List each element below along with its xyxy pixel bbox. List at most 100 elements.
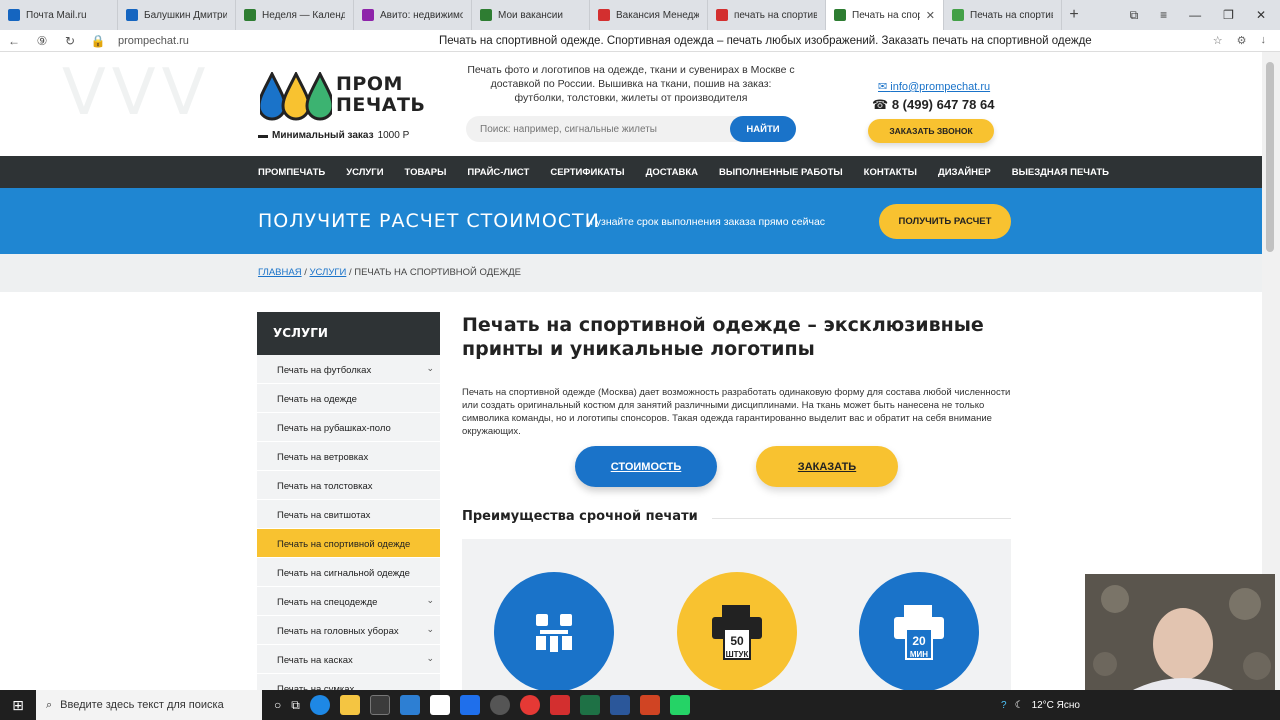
store-icon[interactable] (369, 695, 390, 715)
browser-tab[interactable]: Печать на спортивно (944, 0, 1062, 30)
menu-icon[interactable]: ≡ (1160, 8, 1167, 23)
callback-button[interactable]: ЗАКАЗАТЬ ЗВОНОК (868, 119, 994, 143)
tab-favicon-icon (8, 9, 20, 21)
sidebar-item[interactable]: Печать на спортивной одежде (257, 529, 440, 558)
nav-item[interactable]: ТОВАРЫ (405, 167, 447, 178)
nav-item[interactable]: ПРАЙС-ЛИСТ (467, 167, 529, 178)
search-button[interactable]: НАЙТИ (730, 116, 796, 142)
sidebar-item[interactable]: Печать на одежде (257, 384, 440, 413)
tab-label[interactable]: Авито: недвижимость (380, 10, 463, 21)
phone-number[interactable]: ☎ 8 (499) 647 78 64 (872, 97, 994, 113)
sidebar-item[interactable]: Печать на спецодежде ⌄ (257, 587, 440, 616)
nav-item[interactable]: ДИЗАЙНЕР (938, 167, 991, 178)
tab-favicon-icon (126, 9, 138, 21)
logo-drops-icon[interactable] (260, 72, 332, 122)
cortana-icon[interactable]: ○ (274, 698, 281, 712)
nav-item[interactable]: ВЫЕЗДНАЯ ПЕЧАТЬ (1012, 167, 1109, 178)
app-icon[interactable] (489, 695, 510, 715)
breadcrumb-services[interactable]: УСЛУГИ (310, 267, 347, 278)
email-text[interactable]: info@prompechat.ru (890, 81, 990, 93)
weather-icon[interactable]: ☾ (1015, 700, 1024, 711)
nav-item[interactable]: КОНТАКТЫ (864, 167, 917, 178)
close-icon[interactable]: ✕ (1256, 8, 1266, 23)
order-button[interactable]: ЗАКАЗАТЬ (756, 446, 898, 487)
tab-label[interactable]: Вакансия Менеджер (616, 10, 699, 21)
bookmark-icon[interactable]: ☆ (1213, 34, 1223, 47)
nav-item[interactable]: ПРОМПЕЧАТЬ (258, 167, 325, 178)
downloads-icon[interactable]: ↓ (1261, 34, 1267, 47)
taskbar-search[interactable]: ⌕ Введите здесь текст для поиска (36, 690, 262, 720)
nav-item[interactable]: ВЫПОЛНЕННЫЕ РАБОТЫ (719, 167, 843, 178)
restore-icon[interactable]: ❐ (1223, 8, 1234, 23)
browser-tab[interactable]: Мои вакансии (472, 0, 590, 30)
browser-tab[interactable]: Авито: недвижимость (354, 0, 472, 30)
tab-label[interactable]: Почта Mail.ru (26, 10, 109, 21)
powerpoint-icon[interactable] (639, 695, 660, 715)
advantage-number: 50 (730, 634, 744, 648)
browser-tab[interactable]: Почта Mail.ru (0, 0, 118, 30)
tab-label[interactable]: Печать на спортивно (970, 10, 1053, 21)
phone-text[interactable]: 8 (499) 647 78 64 (892, 97, 995, 112)
minimize-icon[interactable]: — (1189, 8, 1201, 23)
email-link[interactable]: ✉ info@prompechat.ru (878, 80, 990, 93)
sidebar-item[interactable]: Печать на толстовках (257, 471, 440, 500)
edge-icon[interactable] (309, 695, 330, 715)
sidebar-item-label: Печать на футболках (277, 365, 372, 376)
browser-tab[interactable]: Вакансия Менеджер (590, 0, 708, 30)
cost-button[interactable]: СТОИМОСТЬ (575, 446, 717, 487)
scrollbar-thumb[interactable] (1266, 62, 1274, 252)
browser-tab[interactable]: Печать на спортивн ✕ (826, 0, 944, 30)
tab-label[interactable]: Мои вакансии (498, 10, 581, 21)
amazon-icon[interactable] (429, 695, 450, 715)
weather-text[interactable]: 12°C Ясно (1032, 700, 1080, 711)
url-field[interactable]: prompechat.ru (118, 35, 318, 47)
sidebar-item[interactable]: Печать на касках ⌄ (257, 645, 440, 674)
sidebar-item[interactable]: Печать на сигнальной одежде (257, 558, 440, 587)
new-tab-button[interactable]: + (1062, 6, 1086, 24)
yandex-browser-icon[interactable] (519, 695, 540, 715)
browser-tab[interactable]: Неделя — Календарь (236, 0, 354, 30)
browser-tab-strip: Почта Mail.ru Балушкин Дмитрий.с Неделя — … (0, 0, 1280, 30)
sidebar-item[interactable]: Печать на свитшотах (257, 500, 440, 529)
sidebar-item[interactable]: Печать на рубашках-поло (257, 413, 440, 442)
dropbox-icon[interactable] (459, 695, 480, 715)
logo-text[interactable]: ПРОМ ПЕЧАТЬ (336, 74, 425, 116)
chevron-down-icon[interactable]: ⌄ (426, 595, 434, 606)
file-explorer-icon[interactable] (339, 695, 360, 715)
sidebar-item[interactable]: Печать на ветровках (257, 442, 440, 471)
word-icon[interactable] (609, 695, 630, 715)
chevron-down-icon[interactable]: ⌄ (426, 363, 434, 374)
tab-favicon-icon (362, 9, 374, 21)
browser-tab[interactable]: Балушкин Дмитрий.с (118, 0, 236, 30)
nav-item[interactable]: ДОСТАВКА (646, 167, 698, 178)
yandex-icon[interactable] (549, 695, 570, 715)
chevron-down-icon[interactable]: ⌄ (426, 624, 434, 635)
yandex-icon[interactable]: ⑨ (28, 34, 56, 48)
extensions-icon[interactable]: ⚙ (1237, 34, 1247, 47)
tab-label[interactable]: Печать на спортивн (852, 10, 920, 21)
browser-tab[interactable]: печать на спортивно (708, 0, 826, 30)
sidebar-item[interactable]: Печать на футболках ⌄ (257, 355, 440, 384)
get-estimate-button[interactable]: ПОЛУЧИТЬ РАСЧЕТ (879, 204, 1011, 239)
mail-icon[interactable] (399, 695, 420, 715)
tab-list-icon[interactable]: ⧉ (1130, 8, 1139, 23)
task-view-icon[interactable]: ⧉ (291, 698, 300, 713)
whatsapp-icon[interactable] (669, 695, 690, 715)
tab-close-icon[interactable]: ✕ (926, 9, 935, 22)
tab-label[interactable]: Неделя — Календарь (262, 10, 345, 21)
nav-item[interactable]: УСЛУГИ (346, 167, 383, 178)
sidebar-item[interactable]: Печать на головных уборах ⌄ (257, 616, 440, 645)
tab-label[interactable]: печать на спортивно (734, 10, 817, 21)
back-icon[interactable]: ← (0, 34, 28, 48)
tab-label[interactable]: Балушкин Дмитрий.с (144, 10, 227, 21)
breadcrumb-home[interactable]: ГЛАВНАЯ (258, 267, 302, 278)
reload-icon[interactable]: ↻ (56, 34, 84, 48)
main-nav: ПРОМПЕЧАТЬ УСЛУГИ ТОВАРЫ ПРАЙС-ЛИСТ СЕРТИФИК… (0, 156, 1262, 188)
nav-item[interactable]: СЕРТИФИКАТЫ (550, 167, 624, 178)
help-icon[interactable]: ? (1001, 700, 1007, 711)
chevron-down-icon[interactable]: ⌄ (426, 653, 434, 664)
taskbar-search-text[interactable]: Введите здесь текст для поиска (60, 699, 224, 711)
search-input[interactable] (480, 116, 720, 142)
excel-icon[interactable] (579, 695, 600, 715)
windows-start-icon[interactable]: ⊞ (0, 697, 36, 714)
